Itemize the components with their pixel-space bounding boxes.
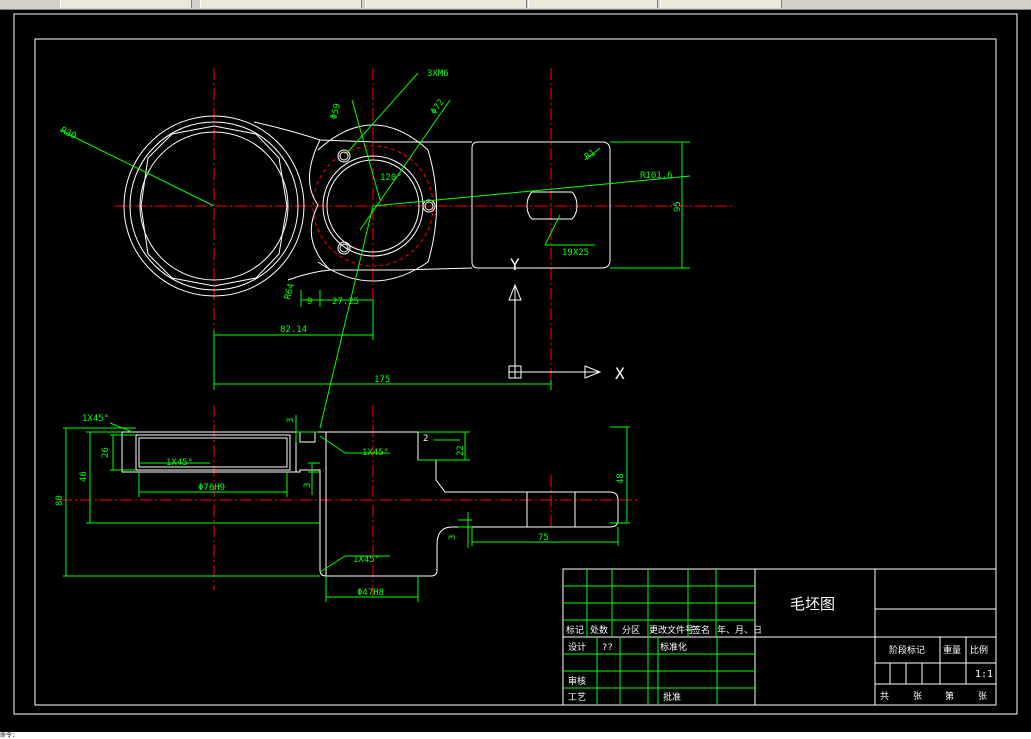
row-review: 审核 <box>568 675 586 687</box>
drawing-title: 毛坯图 <box>790 595 835 613</box>
total-sheets: 共 <box>880 691 889 702</box>
dim-3-a: 3 <box>286 418 296 423</box>
dim-2: 2 <box>423 434 428 444</box>
row-approve: 批准 <box>663 691 681 703</box>
row-standardize: 标准化 <box>660 641 687 653</box>
dim-bore-76: Φ76H9 <box>198 483 225 493</box>
sheet-unit-2: 张 <box>978 691 987 702</box>
row-process: 工艺 <box>568 692 586 703</box>
scale-label: 比例 <box>970 644 988 656</box>
hdr-date: 年、月、日 <box>717 624 762 636</box>
dims-section <box>63 415 630 602</box>
hdr-change-doc: 更改文件号 <box>649 624 694 636</box>
row-design-value: ?? <box>602 643 613 653</box>
dim-r30: R30 <box>59 126 78 142</box>
arm-outline <box>253 121 473 281</box>
toolbar-combo-5[interactable] <box>660 0 782 8</box>
dim-angle-120: 120° <box>380 173 402 183</box>
ucs-icon <box>508 283 602 379</box>
row-design: 设计 <box>568 641 586 653</box>
dim-d59: Φ59 <box>329 102 343 120</box>
dim-75: 75 <box>538 533 549 543</box>
dim-chamfer-3: 1X45° <box>362 448 389 458</box>
dim-3-c: 3 <box>448 535 458 540</box>
dim-175: 175 <box>374 375 390 385</box>
dim-chamfer-4: 1X45° <box>353 555 380 565</box>
dim-82-14: 82.14 <box>280 325 307 335</box>
center-lines-top <box>115 68 732 380</box>
scale-value: 1:1 <box>975 669 993 680</box>
dim-d72: Φ72 <box>429 98 447 117</box>
dim-22: 22 <box>456 445 466 456</box>
toolbar-combo-4[interactable] <box>528 0 658 8</box>
dim-r1: R1 <box>583 148 598 162</box>
sheet-unit: 张 <box>913 691 922 702</box>
dim-r101-6: R101.6 <box>640 171 673 181</box>
weight-label: 重量 <box>943 644 961 656</box>
dim-9: 9 <box>307 297 312 307</box>
dim-3-b: 3 <box>303 483 313 488</box>
ucs-y-label: Y <box>510 255 520 274</box>
dim-slot: 19X25 <box>562 248 589 258</box>
dim-80: 80 <box>55 495 65 506</box>
toolbar-strip <box>0 0 1031 10</box>
dim-bore-47: Φ47H8 <box>357 588 384 598</box>
hdr-zone: 分区 <box>622 625 640 636</box>
toolbar-combo-1[interactable] <box>60 0 192 8</box>
dim-27-25: 27.25 <box>332 297 359 307</box>
dim-95: 95 <box>673 201 683 212</box>
dim-chamfer-1: 1X45° <box>82 414 109 424</box>
stage-mark: 阶段标记 <box>889 644 925 656</box>
toolbar-combo-2[interactable] <box>200 0 362 8</box>
sheet-no: 第 <box>945 690 954 702</box>
dim-26: 26 <box>101 447 111 458</box>
ucs-x-label: X <box>615 364 625 383</box>
title-block-lines <box>562 568 997 706</box>
hdr-count: 处数 <box>590 624 608 636</box>
center-lines-section <box>60 405 640 600</box>
cad-drawing: R30 3XM6 Φ59 Φ72 R1 R101.6 120° 95 19X25… <box>13 13 1018 715</box>
hdr-sign: 签名 <box>692 624 710 636</box>
center-boss <box>317 124 437 282</box>
dim-m6: 3XM6 <box>427 69 449 79</box>
dim-chamfer-2: 1X45° <box>166 458 193 468</box>
hdr-mark: 标记 <box>566 624 584 636</box>
command-prompt: 命令: <box>0 732 16 739</box>
dim-46: 46 <box>79 471 89 482</box>
toolbar-combo-3[interactable] <box>365 0 527 8</box>
command-line[interactable]: 命令: <box>0 732 1031 739</box>
dim-48: 48 <box>616 473 626 484</box>
dim-r64: R64 <box>283 282 297 300</box>
drawing-canvas[interactable]: R30 3XM6 Φ59 Φ72 R1 R101.6 120° 95 19X25… <box>0 10 1031 732</box>
